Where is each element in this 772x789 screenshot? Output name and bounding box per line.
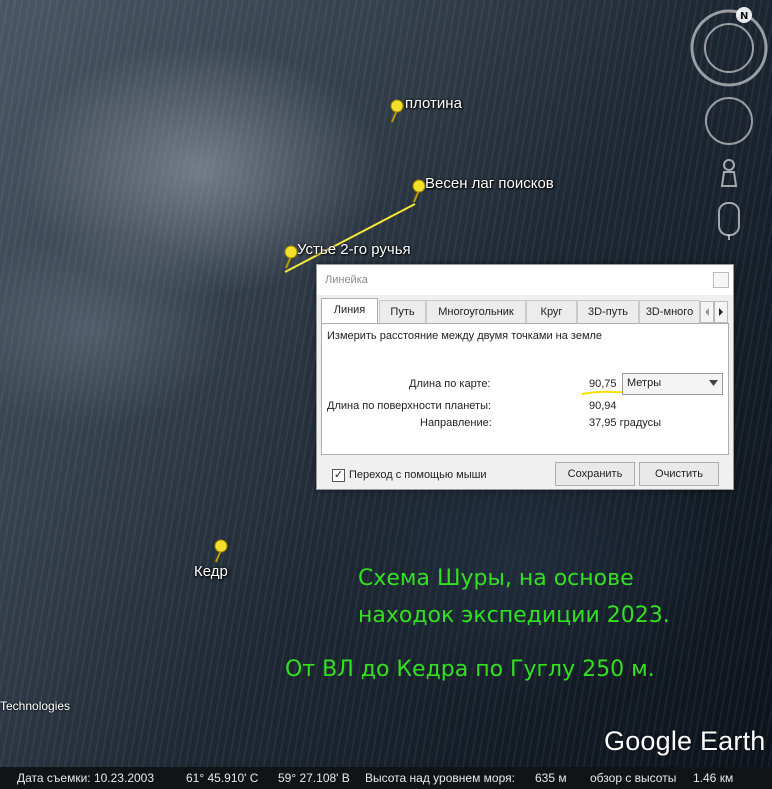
clear-button[interactable]: Очистить xyxy=(639,462,719,486)
latitude-readout: 61° 45.910' С xyxy=(186,771,259,785)
tab-scroll-left-icon[interactable] xyxy=(700,301,714,323)
annotation-text-line-2: находок экспедиции 2023. xyxy=(358,603,670,628)
placemark-label-cedar[interactable]: Кедр xyxy=(194,563,228,580)
look-joystick-icon[interactable] xyxy=(690,9,768,87)
chevron-down-icon xyxy=(709,380,718,386)
ruler-titlebar[interactable]: Линейка xyxy=(317,265,733,295)
placemark-pin-icon xyxy=(390,99,404,123)
imagery-date: Дата съемки: 10.23.2003 xyxy=(17,771,155,785)
placemark-pin-icon xyxy=(412,179,426,203)
ruler-description: Измерить расстояние между двумя точками … xyxy=(327,330,603,342)
tab-scroll-right-icon[interactable] xyxy=(714,301,728,323)
ruler-title: Линейка xyxy=(325,274,368,286)
ground-length-label: Длина по поверхности планеты: xyxy=(327,400,492,412)
ruler-measure-line xyxy=(284,203,416,273)
ruler-dialog: Линейка Линия Путь Многоугольник Круг 3D… xyxy=(316,264,734,490)
unit-select[interactable]: Метры xyxy=(622,373,723,395)
heading-label: Направление: xyxy=(420,417,492,429)
elevation-label: Высота над уровнем моря: xyxy=(365,771,515,785)
svg-text:N: N xyxy=(740,11,748,22)
mouse-navigation-checkbox[interactable]: ✓ xyxy=(332,469,345,482)
longitude-readout: 59° 27.108' В xyxy=(278,771,350,785)
heading-value: 37,95 градусы xyxy=(589,417,662,429)
placemark-label-stream-mouth[interactable]: Устье 2-го ручья xyxy=(297,241,411,258)
tab-3d-path[interactable]: 3D-путь xyxy=(577,300,639,323)
placemark-label-search-camp[interactable]: Весен лаг поисков xyxy=(425,175,554,192)
placemark-label-dam[interactable]: плотина xyxy=(405,95,462,112)
tab-3d-polygon[interactable]: 3D-много xyxy=(639,300,700,323)
map-length-label: Длина по карте: xyxy=(409,378,491,390)
unit-select-value: Метры xyxy=(627,377,662,389)
save-button[interactable]: Сохранить xyxy=(555,462,635,486)
tab-circle[interactable]: Круг xyxy=(526,300,577,323)
navigation-controls: N xyxy=(690,7,768,240)
zoom-slider-icon[interactable] xyxy=(718,202,740,240)
move-joystick-icon[interactable] xyxy=(705,97,753,145)
imagery-attribution: Technologies xyxy=(0,699,71,713)
tab-path[interactable]: Путь xyxy=(379,300,426,323)
tab-polygon[interactable]: Многоугольник xyxy=(426,300,526,323)
tab-line[interactable]: Линия xyxy=(321,298,378,324)
mouse-navigation-label: Переход с помощью мыши xyxy=(349,469,487,481)
north-compass-icon[interactable]: N xyxy=(736,7,752,23)
elevation-value: 635 м xyxy=(535,771,567,785)
annotation-text-line-3: От ВЛ до Кедра по Гуглу 250 м. xyxy=(285,657,655,682)
placemark-pin-icon xyxy=(284,245,298,269)
annotation-text-line-1: Схема Шуры, на основе xyxy=(358,566,634,591)
ground-length-value: 90,94 xyxy=(589,400,617,412)
eye-altitude-value: 1.46 км xyxy=(693,771,734,785)
eye-altitude-label: обзор с высоты xyxy=(590,771,677,785)
street-view-pegman-icon[interactable] xyxy=(720,159,738,187)
placemark-pin-icon xyxy=(214,539,228,563)
status-bar: Дата съемки: 10.23.2003 61° 45.910' С 59… xyxy=(0,767,772,789)
google-earth-logo: Google Earth xyxy=(604,726,766,756)
close-icon[interactable] xyxy=(713,272,729,288)
